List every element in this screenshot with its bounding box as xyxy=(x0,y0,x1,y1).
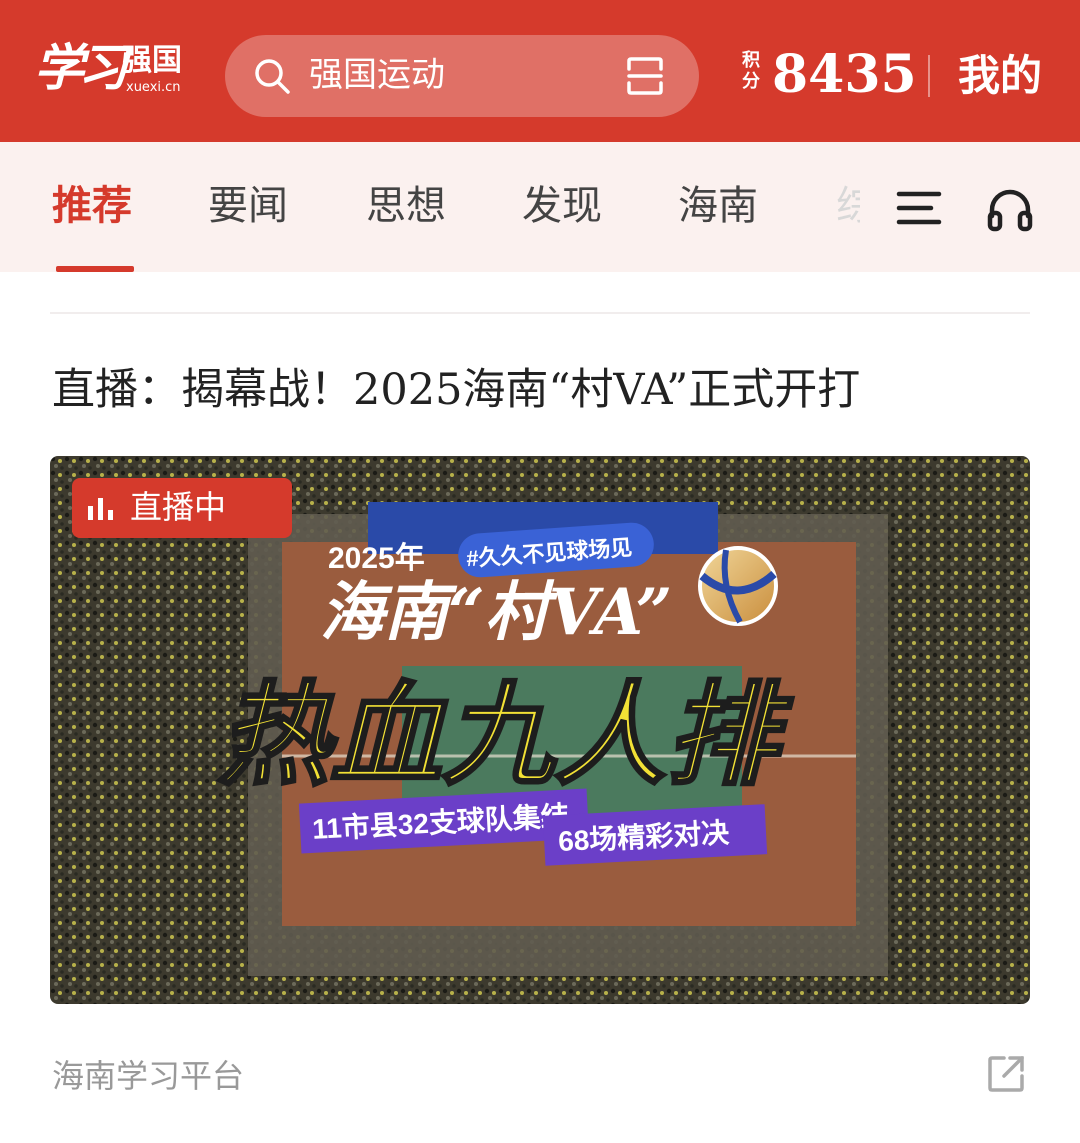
content-divider xyxy=(50,312,1030,314)
cover-artwork: 2025年 #久久不见球场见 海南“村VA” 热血九人排 11市县32支球队集结… xyxy=(50,456,1030,1004)
volleyball-icon xyxy=(698,546,778,626)
tab-recommend[interactable]: 推荐 xyxy=(52,180,132,232)
tab-thought[interactable]: 思想 xyxy=(366,180,446,232)
search-bar[interactable]: 强国运动 xyxy=(225,35,699,117)
channel-tabs: 推荐 要闻 思想 发现 海南 综 xyxy=(0,142,1080,272)
cover-title-line1: 海南“村VA” xyxy=(320,575,672,650)
search-icon xyxy=(255,59,290,94)
share-icon[interactable] xyxy=(986,1054,1026,1094)
active-tab-indicator xyxy=(56,266,134,272)
tab-partial[interactable]: 综 xyxy=(836,180,860,232)
tab-discover[interactable]: 发现 xyxy=(522,180,602,232)
logo-script: 学习 xyxy=(34,38,128,97)
article-source[interactable]: 海南学习平台 xyxy=(52,1054,244,1098)
logo-text: 强国 xyxy=(122,43,182,78)
headphones-icon[interactable] xyxy=(986,186,1034,232)
article-title[interactable]: 直播：揭幕战！2025海南“村VA”正式开打 xyxy=(52,360,1042,420)
article-cover-image[interactable]: 2025年 #久久不见球场见 海南“村VA” 热血九人排 11市县32支球队集结… xyxy=(50,456,1030,1004)
mine-button[interactable]: 我的 xyxy=(958,42,1042,110)
tab-hainan[interactable]: 海南 xyxy=(678,180,758,232)
points-value[interactable]: 8435 xyxy=(772,40,917,110)
live-bars-icon xyxy=(88,498,113,520)
menu-icon[interactable] xyxy=(896,188,942,228)
points-label: 积分 xyxy=(742,50,760,92)
search-input[interactable]: 强国运动 xyxy=(309,53,445,97)
cover-title-line2: 热血九人排 xyxy=(218,670,794,801)
top-bar: 学习 强国 xuexi.cn 强国运动 积分 8435 我的 xyxy=(0,0,1080,142)
scan-icon[interactable] xyxy=(625,55,665,97)
live-badge: 直播中 xyxy=(72,478,292,538)
logo-domain: xuexi.cn xyxy=(126,80,181,95)
header-divider xyxy=(928,55,930,97)
xuexi-logo[interactable]: 学习 强国 xuexi.cn xyxy=(34,32,194,104)
live-badge-label: 直播中 xyxy=(130,488,227,526)
tab-news[interactable]: 要闻 xyxy=(208,180,288,232)
cover-year: 2025年 xyxy=(328,542,425,575)
